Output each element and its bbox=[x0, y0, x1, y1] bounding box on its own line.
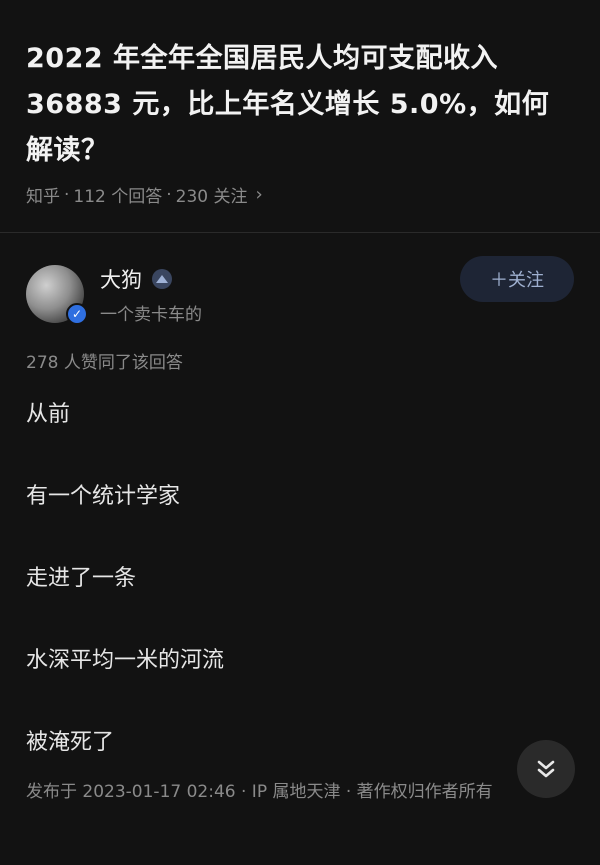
question-title[interactable]: 2022 年全年全国居民人均可支配收入 36883 元，比上年名义增长 5.0%… bbox=[26, 36, 574, 174]
author-name[interactable]: 大狗 bbox=[100, 264, 142, 294]
divider bbox=[0, 232, 600, 233]
meta-separator: · bbox=[64, 184, 70, 205]
answer-count: 112 个回答 bbox=[73, 187, 163, 207]
answer-paragraph: 水深平均一米的河流 bbox=[26, 648, 225, 673]
answer-content: 从前 有一个统计学家 走进了一条 水深平均一米的河流 被淹死了 bbox=[26, 395, 574, 805]
question-meta[interactable]: 知乎 · 112 个回答 · 230 关注 › bbox=[26, 182, 574, 207]
like-count: 278 人赞同了该回答 bbox=[26, 353, 183, 373]
creator-badge-icon bbox=[152, 268, 172, 289]
follow-button[interactable]: ＋关注 bbox=[460, 256, 574, 302]
answer-paragraph: 从前 bbox=[26, 402, 71, 427]
verified-check-icon: ✓ bbox=[66, 303, 88, 325]
chevron-right-icon: › bbox=[255, 184, 263, 205]
answer-paragraph: 走进了一条 bbox=[26, 566, 137, 591]
author-info: 大狗 一个卖卡车的 bbox=[100, 264, 460, 325]
zhihu-answer-page: 2022 年全年全国居民人均可支配收入 36883 元，比上年名义增长 5.0%… bbox=[0, 0, 600, 865]
double-chevron-down-icon bbox=[537, 760, 555, 778]
author-description: 一个卖卡车的 bbox=[100, 304, 202, 325]
scroll-down-button[interactable] bbox=[517, 740, 575, 798]
question-header: 2022 年全年全国居民人均可支配收入 36883 元，比上年名义增长 5.0%… bbox=[0, 0, 600, 207]
follower-count: 230 关注 bbox=[175, 187, 248, 207]
source-label: 知乎 bbox=[26, 187, 60, 207]
author-name-row: 大狗 bbox=[100, 264, 460, 294]
answer-footer: 发布于 2023-01-17 02:46 · IP 属地天津 · 著作权归作者所… bbox=[26, 782, 493, 802]
answer-paragraph: 有一个统计学家 bbox=[26, 484, 181, 509]
answer-author-row: ✓ 大狗 一个卖卡车的 ＋关注 bbox=[26, 256, 574, 326]
meta-separator: · bbox=[166, 184, 172, 205]
avatar[interactable]: ✓ bbox=[26, 265, 88, 325]
